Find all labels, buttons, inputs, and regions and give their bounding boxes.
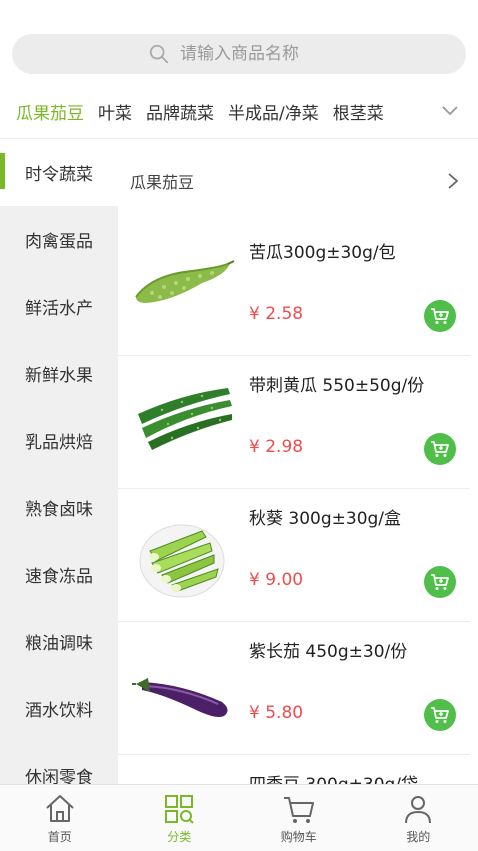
product-name: 四季豆 300g±30g/袋	[249, 770, 418, 784]
sidebar-item-xian-huo-shui-chan[interactable]: 鲜活水产	[0, 273, 118, 340]
cucumber-image	[138, 388, 232, 450]
section-title: 瓜果茄豆	[130, 173, 195, 192]
sidebar-item-jiu-shui-yin-liao[interactable]: 酒水饮料	[0, 675, 118, 742]
add-to-cart-button[interactable]	[424, 433, 456, 465]
sidebar-item-su-shi-dong-pin[interactable]: 速食冻品	[0, 541, 118, 608]
product-list: 瓜果茄豆 苦瓜300g±30g/包 ¥ 2.58 带刺黄瓜 550±50g/份 …	[118, 139, 478, 784]
category-tabs: 瓜果茄豆 叶菜 品牌蔬菜 半成品/净菜 根茎菜	[0, 88, 478, 134]
search-bar[interactable]	[12, 34, 466, 74]
product-name: 紫长茄 450g±30/份	[249, 642, 408, 662]
sidebar-item-rou-qin-dan-pin[interactable]: 肉禽蛋品	[0, 206, 118, 273]
bitter-melon-image	[135, 260, 235, 303]
product-price: ¥ 9.00	[249, 570, 304, 590]
search-icon	[149, 44, 169, 64]
sidebar-item-shi-ling-shu-cai[interactable]: 时令蔬菜	[0, 139, 118, 206]
sidebar-item-label: 熟食卤味	[25, 500, 93, 520]
product-item[interactable]: 紫长茄 450g±30/份 ¥ 5.80	[118, 622, 470, 755]
nav-cart[interactable]: 购物车	[239, 785, 359, 851]
nav-profile[interactable]: 我的	[359, 785, 478, 851]
cart-icon	[431, 441, 449, 457]
add-to-cart-button[interactable]	[424, 300, 456, 332]
cart-icon	[431, 308, 449, 324]
product-name: 秋葵 300g±30g/盒	[249, 509, 402, 529]
cart-icon	[431, 707, 449, 723]
bottom-nav: 首页 分类 购物车 我的	[0, 784, 478, 851]
sidebar-item-label: 酒水饮料	[25, 701, 93, 721]
sidebar-item-label: 速食冻品	[25, 567, 93, 587]
tab-gua-guo-qie-dou[interactable]: 瓜果茄豆	[16, 99, 84, 124]
sidebar-item-label: 乳品烘焙	[25, 433, 93, 453]
nav-label: 购物车	[280, 829, 317, 844]
product-price: ¥ 2.58	[249, 304, 304, 324]
sidebar-item-label: 粮油调味	[25, 634, 93, 654]
sidebar-item-label: 时令蔬菜	[25, 165, 93, 185]
tab-pin-pai-shu-cai[interactable]: 品牌蔬菜	[146, 99, 214, 124]
product-price: ¥ 5.80	[249, 703, 304, 723]
product-name: 带刺黄瓜 550±50g/份	[249, 376, 425, 396]
profile-icon	[405, 795, 432, 823]
product-item[interactable]: 苦瓜300g±30g/包 ¥ 2.58	[118, 223, 470, 356]
okra-image	[139, 524, 225, 598]
product-item[interactable]: 带刺黄瓜 550±50g/份 ¥ 2.98	[118, 356, 470, 489]
sidebar-item-label: 鲜活水产	[25, 299, 93, 319]
sidebar-item-ru-pin-hong-bei[interactable]: 乳品烘焙	[0, 407, 118, 474]
nav-label: 我的	[406, 829, 431, 844]
cart-icon	[431, 574, 449, 590]
tab-ye-cai[interactable]: 叶菜	[98, 99, 132, 124]
tab-ban-cheng-pin[interactable]: 半成品/净菜	[228, 99, 319, 124]
nav-label: 首页	[47, 829, 72, 844]
add-to-cart-button[interactable]	[424, 566, 456, 598]
sidebar-item-shu-shi-lu-wei[interactable]: 熟食卤味	[0, 474, 118, 541]
search-input[interactable]	[180, 44, 330, 64]
add-to-cart-button[interactable]	[424, 699, 456, 731]
product-price: ¥ 2.98	[249, 437, 304, 457]
eggplant-image	[132, 678, 228, 717]
product-item[interactable]: 秋葵 300g±30g/盒 ¥ 9.00	[118, 489, 470, 622]
nav-label: 分类	[167, 829, 192, 844]
nav-category[interactable]: 分类	[120, 785, 240, 851]
sidebar-item-liang-you-tiao-wei[interactable]: 粮油调味	[0, 608, 118, 675]
section-header[interactable]: 瓜果茄豆	[118, 139, 478, 223]
sidebar-item-label: 新鲜水果	[25, 366, 93, 386]
home-icon	[46, 794, 74, 822]
sidebar-item-label: 肉禽蛋品	[25, 232, 93, 252]
category-icon	[165, 794, 194, 824]
tab-gen-jing-cai[interactable]: 根茎菜	[333, 99, 384, 124]
chevron-down-icon[interactable]	[440, 100, 460, 120]
nav-home[interactable]: 首页	[0, 785, 120, 851]
cart-icon	[283, 796, 314, 823]
chevron-right-icon	[448, 173, 459, 189]
sidebar: 时令蔬菜 肉禽蛋品 鲜活水产 新鲜水果 乳品烘焙 熟食卤味 速食冻品 粮油调味 …	[0, 139, 118, 788]
product-name: 苦瓜300g±30g/包	[249, 243, 396, 263]
product-item[interactable]: 四季豆 300g±30g/袋	[118, 755, 470, 784]
sidebar-item-xin-xian-shui-guo[interactable]: 新鲜水果	[0, 340, 118, 407]
